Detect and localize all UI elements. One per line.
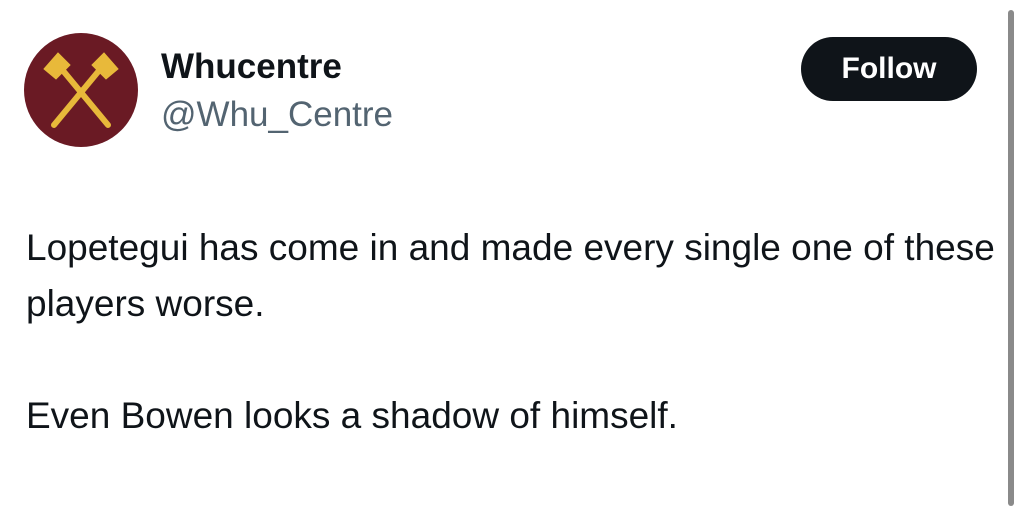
- tweet-card: Whucentre @Whu_Centre Follow Lopetegui h…: [0, 0, 1024, 506]
- follow-button[interactable]: Follow: [801, 37, 977, 101]
- tweet-paragraph: Even Bowen looks a shadow of himself.: [26, 395, 678, 436]
- author-display-name[interactable]: Whucentre: [161, 46, 342, 88]
- tweet-paragraph: Lopetegui has come in and made every sin…: [26, 227, 995, 324]
- author-handle[interactable]: @Whu_Centre: [161, 94, 393, 136]
- crossed-hammers-icon: [43, 52, 119, 128]
- scrollbar[interactable]: [1008, 10, 1014, 506]
- tweet-text: Lopetegui has come in and made every sin…: [26, 220, 1001, 444]
- avatar[interactable]: [24, 33, 138, 147]
